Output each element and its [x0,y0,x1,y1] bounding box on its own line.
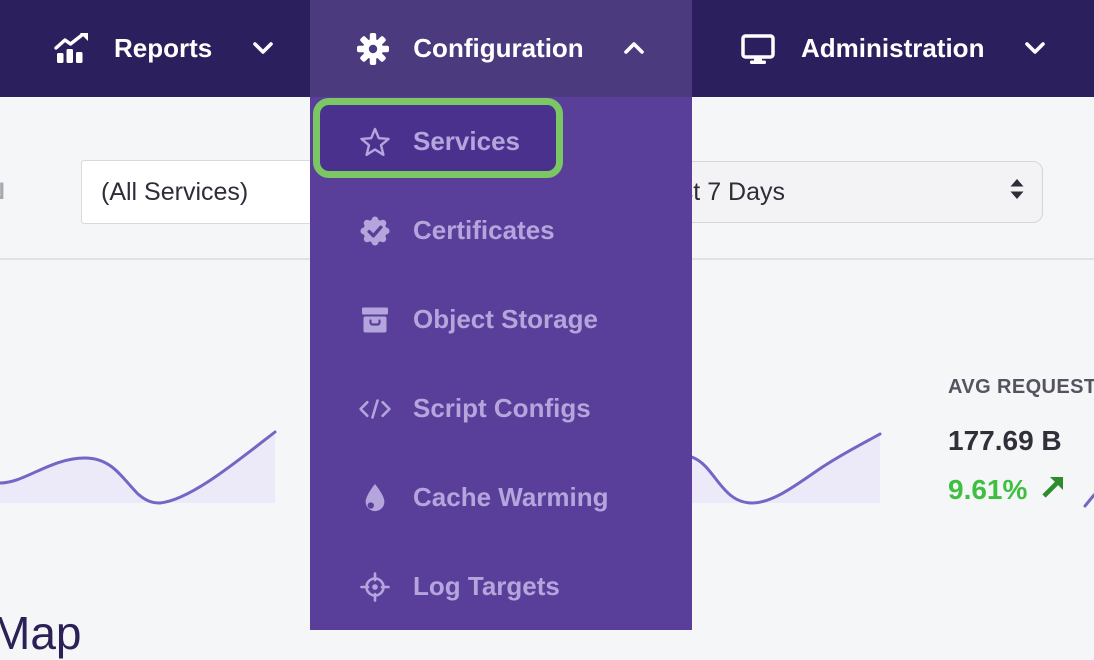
avg-requests-stat: AVG REQUESTS 177.69 B 9.61% [948,376,1094,506]
service-select-value: (All Services) [101,178,248,207]
map-section-heading: Map [0,606,81,660]
gear-icon [357,33,389,65]
target-icon [358,571,392,603]
chevron-down-icon [252,41,274,56]
menu-item-cache-warming[interactable]: Cache Warming [310,453,692,542]
badge-check-icon [358,214,392,248]
menu-item-label: Object Storage [413,304,598,335]
star-icon [358,126,392,158]
nav-item-administration[interactable]: Administration [740,0,1046,97]
menu-item-certificates[interactable]: Certificates [310,186,692,275]
top-navbar: Reports [0,0,1094,97]
menu-item-label: Script Configs [413,393,591,424]
menu-item-services[interactable]: Services [310,97,692,186]
code-icon [358,394,392,424]
archive-box-icon [358,304,392,336]
flame-icon [358,482,392,514]
chevron-up-icon [623,41,645,56]
date-range-select[interactable]: Last 7 Days [640,161,1043,223]
menu-item-label: Log Targets [413,571,560,602]
clipped-label-fragment: N [0,178,8,199]
configuration-dropdown-menu: Services Certificates [310,97,692,630]
nav-configuration-label: Configuration [413,33,583,64]
trend-up-arrow-icon [1040,474,1066,506]
stat-label: AVG REQUESTS [948,376,1094,398]
chevron-down-icon [1024,41,1046,56]
menu-item-label: Certificates [413,215,555,246]
nav-administration-label: Administration [801,33,984,64]
menu-item-label: Cache Warming [413,482,609,513]
sparkline-left-fill [0,432,275,503]
stat-value: 177.69 B [948,426,1094,456]
nav-item-reports[interactable]: Reports [53,0,274,97]
stat-delta: 9.61% [948,474,1094,506]
stat-delta-value: 9.61% [948,475,1027,505]
menu-item-script-configs[interactable]: Script Configs [310,364,692,453]
monitor-icon [740,33,776,65]
menu-item-log-targets[interactable]: Log Targets [310,542,692,631]
sparkline-left-line [0,432,275,503]
menu-item-label: Services [413,126,520,157]
nav-item-configuration[interactable]: Configuration [310,0,692,97]
sort-arrows-icon [1006,176,1028,209]
nav-reports-label: Reports [114,33,212,64]
menu-item-object-storage[interactable]: Object Storage [310,275,692,364]
bar-chart-icon [53,33,89,65]
